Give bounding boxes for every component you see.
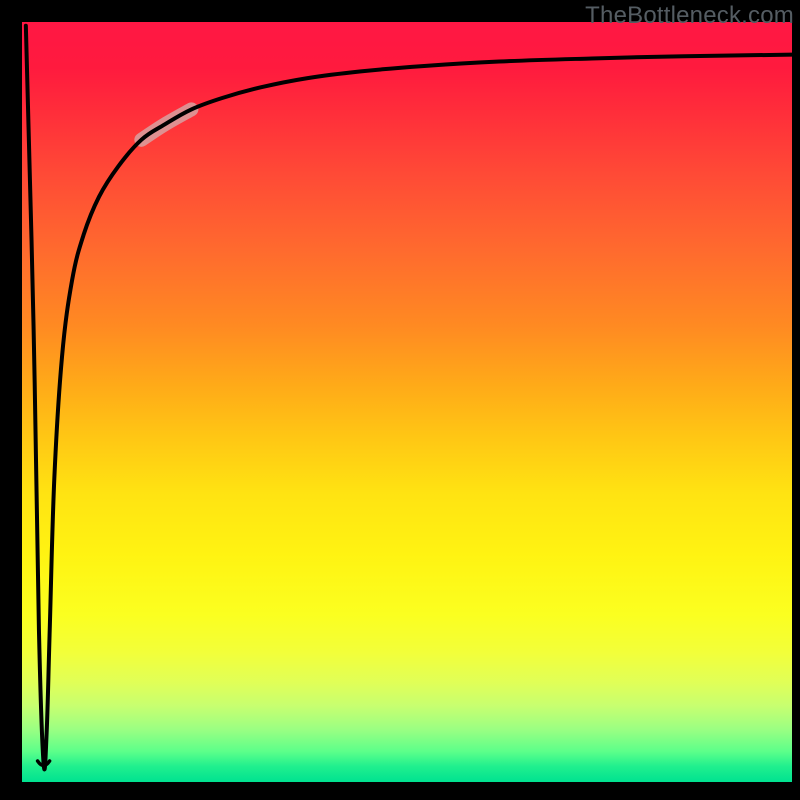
curve-canvas: [22, 22, 792, 782]
chart-frame: TheBottleneck.com: [0, 0, 800, 800]
watermark-text: TheBottleneck.com: [585, 2, 794, 30]
